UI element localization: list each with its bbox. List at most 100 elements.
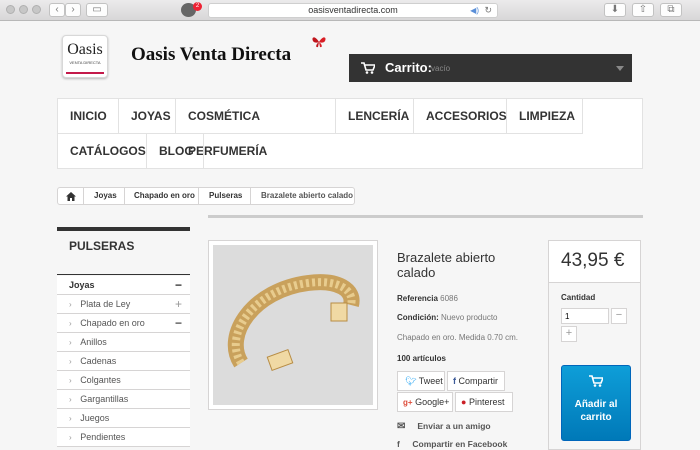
twitter-icon: 🐦︎ [405,376,417,386]
product-image[interactable] [213,245,373,405]
nav-item-accesorios[interactable]: Accesorios [414,99,507,134]
cart-icon [589,375,605,387]
cart-widget[interactable]: Carrito: vacío [349,54,632,82]
logo-subtext: VENTA DIRECTA [69,60,101,65]
share-facebook-link[interactable]: f Compartir en Facebook [397,439,507,449]
logo-bar [66,72,104,74]
send-friend-link[interactable]: ✉ Enviar a un amigo [397,421,491,432]
nav-item-lenceria[interactable]: Lencería [336,99,414,134]
back-button[interactable]: ‹ [49,3,65,17]
nav-item-blog[interactable]: Blog [147,134,204,169]
add-to-cart-label: Añadir al carrito [574,399,618,423]
sidebar-item-label: Colgantes [80,375,121,385]
price-area: 43,95 € [549,241,640,283]
reference-label: Referencia [397,294,438,303]
add-to-cart-button[interactable]: Añadir al carrito [561,365,631,441]
sidebar-item-label: Anillos [80,337,107,347]
sidebar-item-label: Chapado en oro [80,318,145,328]
sidebar-item-label: Cadenas [80,356,117,366]
sidebar-item-label: Plata de Ley [80,299,131,309]
logo-text: Oasis [67,41,103,58]
sidebar-item-anillos[interactable]: › Anillos [57,333,190,352]
site-logo[interactable]: Oasis VENTA DIRECTA [62,35,108,78]
sidebar-item-pendientes[interactable]: › Pendientes [57,428,190,447]
quantity-increase-button[interactable]: + [561,326,577,342]
bracelet-image [213,245,373,405]
chevron-right-icon: › [69,357,72,366]
chevron-right-icon: › [69,319,72,328]
collapse-icon[interactable]: − [175,314,182,333]
breadcrumb-item[interactable]: Joyas [94,188,117,204]
product-condition: Condición: Nuevo producto [397,313,498,322]
downloads-icon[interactable]: ⬇ [604,3,626,17]
nav-item-cosmetica[interactable]: Cosmética Perfumería [176,99,336,158]
browser-toolbar: ‹ › ▭ 2 oasisventadirecta.com ◀) ↻ ⬇ ⇧ ⧉ [0,0,700,21]
sidebar-item-colgantes[interactable]: › Colgantes [57,371,190,390]
envelope-icon: ✉ [397,421,406,432]
facebook-icon: f [397,439,400,449]
address-bar[interactable]: oasisventadirecta.com ◀) ↻ [208,3,498,18]
chevron-right-icon: › [69,300,72,309]
forward-button[interactable]: › [65,3,81,17]
facebook-icon: f [453,376,456,386]
sidebar-item-juegos[interactable]: › Juegos [57,409,190,428]
tabs-overview-icon[interactable]: ⧉ [660,3,682,17]
buy-box: 43,95 € Cantidad − + Añadir al carrito [548,240,641,450]
site-name[interactable]: Oasis Venta Directa [131,44,291,66]
sidebar-item-label: Joyas [69,280,95,290]
breadcrumb-item[interactable]: Chapado en oro [134,188,195,204]
quantity-label: Cantidad [561,293,596,302]
sidebar-item-gargantillas[interactable]: › Gargantillas [57,390,190,409]
breadcrumb-current: Brazalete abierto calado [261,191,354,200]
category-sidebar: Pulseras Joyas − › Plata de Ley + › Chap… [57,227,190,447]
nav-item-limpieza[interactable]: Limpieza [507,99,583,134]
google-plus-button[interactable]: g+ Google+ [397,392,453,412]
cart-icon [361,62,375,74]
cart-value: vacío [431,64,451,73]
sidebar-item-label: Juegos [80,413,110,423]
nav-item-catalogos[interactable]: Catálogos [58,134,147,169]
sidebar-item-label: Pendientes [80,432,126,442]
product-image-frame[interactable] [208,240,378,410]
pinterest-icon: ● [461,397,467,407]
sidebar-item-cadenas[interactable]: › Cadenas [57,352,190,371]
google-plus-icon: g+ [403,398,413,407]
product-reference: Referencia 6086 [397,294,458,303]
quantity-decrease-button[interactable]: − [611,308,627,324]
sidebar-item-joyas[interactable]: Joyas − [57,276,190,295]
audio-icon[interactable]: ◀) [470,4,479,17]
product-description: Chapado en oro. Medida 0.70 cm. [397,333,518,342]
chevron-right-icon: › [69,414,72,423]
butterfly-icon [312,37,326,48]
stock-count: 100 artículos [397,354,446,363]
extension-badge: 2 [193,2,202,11]
facebook-share-button[interactable]: f Compartir [447,371,505,391]
condition-value: Nuevo producto [441,313,498,322]
chevron-right-icon: › [69,338,72,347]
minimize-window-icon[interactable] [19,5,28,14]
sidebar-toggle-icon[interactable]: ▭ [86,3,108,17]
home-icon[interactable] [66,192,76,201]
tweet-button[interactable]: 🐦︎ Tweet [397,371,445,391]
quantity-input[interactable] [561,308,609,324]
sidebar-item-chapado[interactable]: › Chapado en oro − [57,314,190,333]
chevron-right-icon: › [69,376,72,385]
breadcrumb-item[interactable]: Pulseras [209,188,242,204]
share-icon[interactable]: ⇧ [632,3,654,17]
close-window-icon[interactable] [6,5,15,14]
expand-icon[interactable]: + [175,295,182,314]
reference-value: 6086 [440,294,458,303]
chevron-right-icon: › [69,433,72,442]
main-nav: Inicio Joyas Cosmética Perfumería Lencer… [57,98,643,169]
zoom-window-icon[interactable] [32,5,41,14]
pinterest-button[interactable]: ● Pinterest [455,392,513,412]
sidebar-item-plata[interactable]: › Plata de Ley + [57,295,190,314]
section-divider [208,215,643,218]
breadcrumb: Joyas Chapado en oro Pulseras Brazalete … [57,187,355,205]
chevron-down-icon [616,66,624,71]
nav-item-inicio[interactable]: Inicio [58,99,119,134]
product-price: 43,95 € [561,250,625,271]
collapse-icon[interactable]: − [175,276,182,295]
reload-icon[interactable]: ↻ [484,4,492,17]
nav-item-joyas[interactable]: Joyas [119,99,176,134]
